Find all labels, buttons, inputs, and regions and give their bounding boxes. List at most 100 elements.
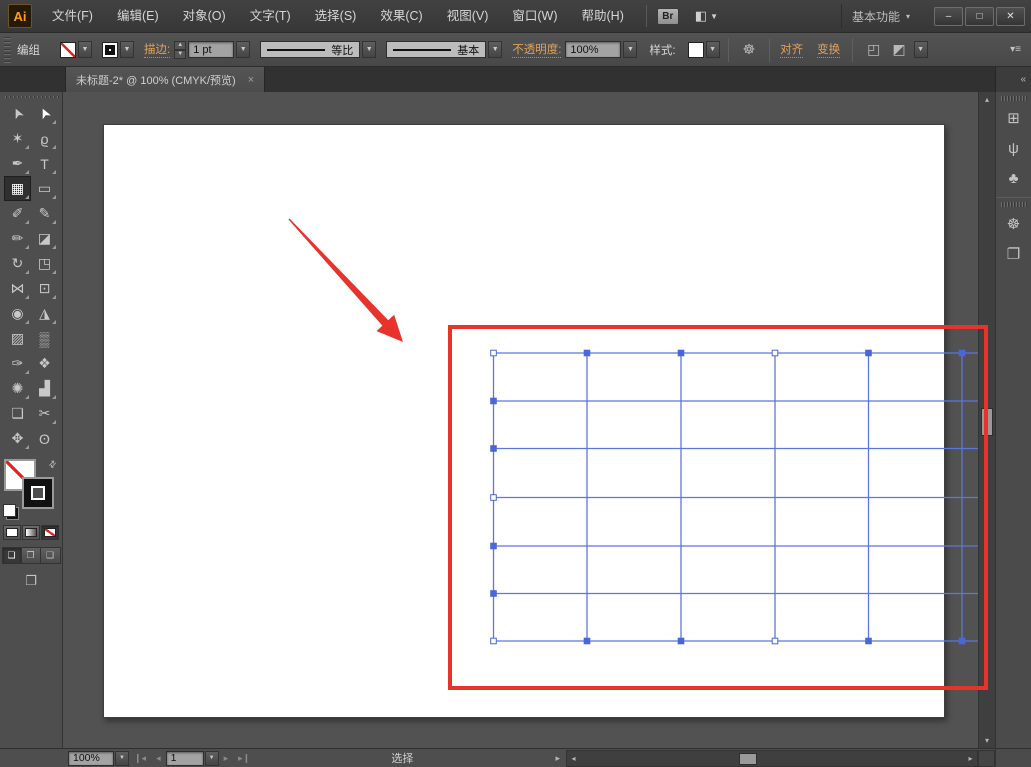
arrange-documents-button[interactable]: ◧ ▼: [695, 8, 718, 24]
tool-rectangle[interactable]: ▭: [31, 176, 58, 201]
maximize-button[interactable]: □: [965, 7, 994, 26]
horizontal-scroll-thumb[interactable]: [739, 753, 757, 765]
tool-paintbrush[interactable]: ✐: [4, 201, 31, 226]
stroke-weight-dropdown[interactable]: ▼: [236, 41, 250, 58]
opacity-panel-link[interactable]: 不透明度:: [512, 41, 561, 58]
tool-rotate[interactable]: ↻: [4, 251, 31, 276]
align-panel-link[interactable]: 对齐: [780, 41, 803, 58]
screen-mode-button[interactable]: ❐: [25, 573, 37, 589]
width-profile-select[interactable]: 等比: [260, 41, 360, 58]
tool-zoom[interactable]: ʘ: [31, 426, 58, 451]
fill-dropdown-button[interactable]: ▼: [78, 41, 92, 58]
panel-button-appearance[interactable]: ❐: [997, 239, 1031, 269]
dock-collapse-button[interactable]: «: [995, 67, 1031, 92]
recolor-artwork-icon[interactable]: ☸: [743, 41, 756, 58]
artboard-dropdown[interactable]: ▼: [205, 751, 219, 766]
close-button[interactable]: ✕: [996, 7, 1025, 26]
anchor-handle[interactable]: [678, 350, 684, 356]
gradient-button[interactable]: [22, 525, 40, 540]
tool-lasso[interactable]: ϱ: [31, 126, 58, 151]
first-artboard-button[interactable]: ❙◂: [129, 753, 151, 764]
tool-symbol-sprayer[interactable]: ✺: [4, 376, 31, 401]
canvas[interactable]: [63, 92, 978, 748]
dock-group-grip[interactable]: [1001, 96, 1027, 101]
menu-item-file[interactable]: 文件(F): [40, 0, 105, 33]
scroll-left-icon[interactable]: ◂: [567, 754, 580, 763]
stroke-proxy-swatch[interactable]: [22, 477, 54, 509]
transform-panel-link[interactable]: 变换: [817, 41, 840, 58]
menu-item-edit[interactable]: 编辑(E): [105, 0, 171, 33]
tool-shape-builder[interactable]: ◉: [4, 301, 31, 326]
stroke-dropdown-button[interactable]: ▼: [120, 41, 134, 58]
dock-group-grip[interactable]: [1001, 202, 1027, 207]
scroll-up-icon[interactable]: ▴: [979, 92, 995, 107]
selected-grid-object[interactable]: [63, 92, 978, 748]
bounding-box-handle[interactable]: [772, 350, 778, 356]
next-artboard-button[interactable]: ▸: [219, 753, 234, 764]
isolate-object-icon[interactable]: ◰: [867, 41, 880, 58]
minimize-button[interactable]: –: [934, 7, 963, 26]
tool-pen[interactable]: ✒: [4, 151, 31, 176]
panel-button-color-guide[interactable]: ☸: [997, 209, 1031, 239]
tool-artboard[interactable]: ❏: [4, 401, 31, 426]
panel-button-symbols[interactable]: ♣: [997, 163, 1031, 193]
tool-eraser[interactable]: ◪: [31, 226, 58, 251]
tool-blend[interactable]: ❖: [31, 351, 58, 376]
previous-artboard-button[interactable]: ◂: [151, 753, 166, 764]
control-panel-menu-button[interactable]: ▾≡: [1010, 44, 1027, 55]
opacity-dropdown[interactable]: ▼: [623, 41, 637, 58]
anchor-handle[interactable]: [491, 543, 497, 549]
bounding-box-handle[interactable]: [491, 638, 497, 644]
anchor-handle[interactable]: [491, 398, 497, 404]
menu-item-window[interactable]: 窗口(W): [500, 0, 569, 33]
panel-grip[interactable]: [4, 37, 11, 63]
tool-type[interactable]: T: [31, 151, 58, 176]
panel-button-brushes[interactable]: ψ: [997, 133, 1031, 163]
tool-rectangular-grid[interactable]: ▦: [4, 176, 31, 201]
tab-close-icon[interactable]: ×: [248, 74, 254, 86]
vertical-scrollbar[interactable]: ▴ ▾: [978, 92, 995, 748]
draw-behind-button[interactable]: ❐: [22, 548, 41, 563]
anchor-handle[interactable]: [491, 446, 497, 452]
scroll-right-icon[interactable]: ▸: [964, 754, 977, 763]
style-dropdown[interactable]: ▼: [706, 41, 720, 58]
tool-magic-wand[interactable]: ✶: [4, 126, 31, 151]
tools-panel-grip[interactable]: [0, 94, 62, 100]
draw-inside-button[interactable]: ❑: [41, 548, 60, 563]
stroke-panel-link[interactable]: 描边:: [144, 41, 170, 58]
stroke-swatch[interactable]: [102, 42, 118, 58]
zoom-level-input[interactable]: 100%: [68, 751, 114, 766]
menu-item-effect[interactable]: 效果(C): [368, 0, 434, 33]
none-button[interactable]: [41, 525, 59, 540]
bridge-button[interactable]: Br: [657, 8, 679, 25]
menu-item-help[interactable]: 帮助(H): [570, 0, 636, 33]
tool-blob-brush[interactable]: ✏: [4, 226, 31, 251]
workspace-switcher[interactable]: 基本功能 ▾: [841, 4, 920, 28]
anchor-handle[interactable]: [866, 638, 872, 644]
tool-width[interactable]: ⋈: [4, 276, 31, 301]
stroke-weight-stepper[interactable]: ▲▼: [174, 41, 186, 59]
anchor-handle[interactable]: [584, 638, 590, 644]
tool-pencil[interactable]: ✎: [31, 201, 58, 226]
tool-gradient[interactable]: ▒: [31, 326, 58, 351]
tool-column-graph[interactable]: ▟: [31, 376, 58, 401]
default-fill-stroke-icon[interactable]: [3, 504, 16, 517]
anchor-handle[interactable]: [866, 350, 872, 356]
artboard-number-input[interactable]: 1: [166, 751, 204, 766]
menu-item-select[interactable]: 选择(S): [303, 0, 369, 33]
panel-button-swatches[interactable]: ⊞: [997, 103, 1031, 133]
color-button[interactable]: [3, 525, 21, 540]
vertical-scroll-thumb[interactable]: [981, 408, 993, 436]
menu-item-object[interactable]: 对象(O): [171, 0, 238, 33]
tool-mesh[interactable]: ▨: [4, 326, 31, 351]
zoom-dropdown[interactable]: ▼: [115, 751, 129, 766]
tool-direct-selection[interactable]: ➤: [31, 101, 58, 126]
opacity-input[interactable]: 100%: [565, 41, 621, 58]
status-flyout-button[interactable]: ▸: [549, 753, 566, 764]
tool-selection[interactable]: ➤: [4, 101, 31, 126]
menu-item-type[interactable]: 文字(T): [238, 0, 303, 33]
tool-perspective-grid[interactable]: ◮: [31, 301, 58, 326]
swap-fill-stroke-icon[interactable]: ⇄: [47, 458, 60, 471]
tool-hand[interactable]: ✥: [4, 426, 31, 451]
bounding-box-handle[interactable]: [772, 638, 778, 644]
